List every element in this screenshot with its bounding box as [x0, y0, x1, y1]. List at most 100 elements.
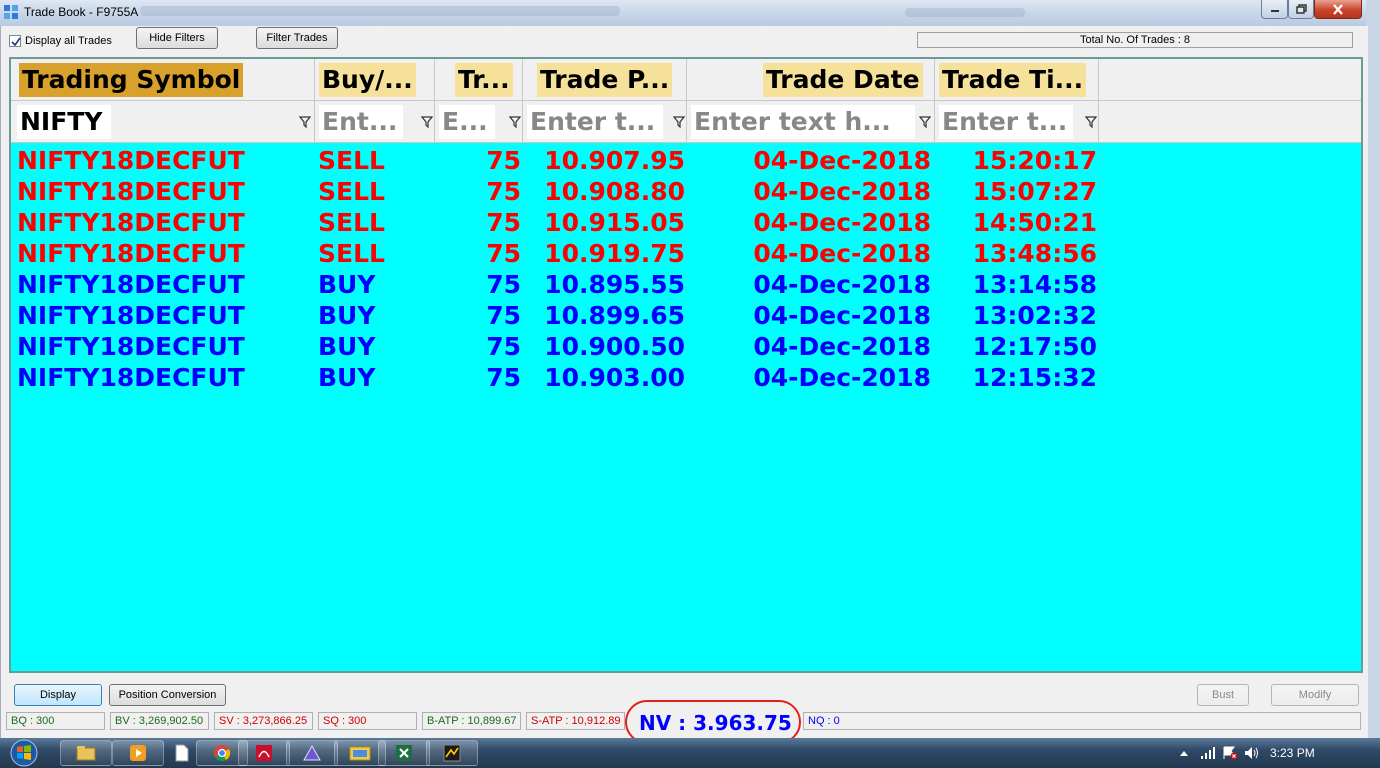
cell-time: 12:17:50: [972, 332, 1097, 361]
cell-side: BUY: [318, 301, 376, 330]
taskbar-explorer[interactable]: [60, 740, 112, 766]
app-icon: [4, 5, 18, 19]
cell-qty: 75: [486, 301, 521, 330]
time-filter-input[interactable]: Enter t...: [939, 105, 1073, 139]
trades-grid[interactable]: Trading Symbol Buy/... Tr... Trade P... …: [9, 57, 1363, 673]
taskbar-pdf-reader[interactable]: [238, 740, 290, 766]
status-buy-atp: B-ATP : 10,899.67: [422, 712, 521, 730]
start-button[interactable]: [4, 738, 44, 768]
filter-cell-qty: E...: [435, 101, 523, 143]
funnel-icon[interactable]: [299, 116, 311, 128]
table-row[interactable]: NIFTY18DECFUT SELL 75 10.908.80 04-Dec-2…: [11, 176, 1361, 207]
cell-side: SELL: [318, 239, 385, 268]
funnel-icon[interactable]: [673, 116, 685, 128]
cell-time: 15:07:27: [972, 177, 1097, 206]
cell-date: 04-Dec-2018: [753, 208, 931, 237]
column-header-trade-time[interactable]: Trade Ti...: [935, 59, 1099, 101]
media-player-icon: [130, 745, 146, 761]
cell-qty: 75: [486, 146, 521, 175]
filter-cell-price: Enter t...: [523, 101, 687, 143]
qty-filter-input[interactable]: E...: [439, 105, 495, 139]
show-hidden-icons-icon[interactable]: [1178, 748, 1190, 758]
cell-qty: 75: [486, 270, 521, 299]
bust-button[interactable]: Bust: [1197, 684, 1249, 706]
filter-trades-button[interactable]: Filter Trades: [256, 27, 338, 49]
chrome-icon: [214, 745, 231, 762]
minimize-button[interactable]: [1261, 0, 1288, 19]
folder-icon: [76, 746, 96, 761]
cell-time: 12:15:32: [972, 363, 1097, 392]
price-filter-input[interactable]: Enter t...: [527, 105, 663, 139]
network-icon[interactable]: [1200, 746, 1216, 760]
display-button[interactable]: Display: [14, 684, 102, 706]
cell-symbol: NIFTY18DECFUT: [17, 270, 245, 299]
column-title: Trade Date: [763, 63, 923, 97]
funnel-icon[interactable]: [421, 116, 433, 128]
cell-qty: 75: [486, 363, 521, 392]
column-header-trade-date[interactable]: Trade Date: [687, 59, 935, 101]
taskbar-trading-app[interactable]: [426, 740, 478, 766]
system-tray: [1178, 738, 1260, 768]
trading-app-icon: [443, 744, 461, 762]
modify-button[interactable]: Modify: [1271, 684, 1359, 706]
status-sell-atp: S-ATP : 10,912.89: [526, 712, 625, 730]
action-center-flag-icon[interactable]: [1222, 746, 1238, 760]
taskbar-app-triangle[interactable]: [286, 740, 338, 766]
cell-time: 13:02:32: [972, 301, 1097, 330]
table-row[interactable]: NIFTY18DECFUT SELL 75 10.915.05 04-Dec-2…: [11, 207, 1361, 238]
document-icon: [175, 744, 189, 762]
column-header-trade-qty[interactable]: Tr...: [435, 59, 523, 101]
position-conversion-button[interactable]: Position Conversion: [109, 684, 226, 706]
column-title: Buy/...: [319, 63, 416, 97]
cell-symbol: NIFTY18DECFUT: [17, 177, 245, 206]
filter-cell-date: Enter text h...: [687, 101, 935, 143]
cell-date: 04-Dec-2018: [753, 270, 931, 299]
table-row[interactable]: NIFTY18DECFUT BUY 75 10.900.50 04-Dec-20…: [11, 331, 1361, 362]
display-all-trades-label: Display all Trades: [25, 35, 112, 47]
background-window-title-blur: [905, 8, 1025, 17]
display-all-trades-checkbox[interactable]: [9, 35, 21, 47]
close-button[interactable]: [1314, 0, 1362, 19]
funnel-icon[interactable]: [1085, 116, 1097, 128]
column-header-trade-price[interactable]: Trade P...: [523, 59, 687, 101]
trade-book-window: Display all Trades Hide Filters Filter T…: [0, 26, 1368, 744]
filter-cell-symbol: NIFTY: [11, 101, 315, 143]
column-header-buy-sell[interactable]: Buy/...: [315, 59, 435, 101]
cell-side: SELL: [318, 146, 385, 175]
table-row[interactable]: NIFTY18DECFUT BUY 75 10.895.55 04-Dec-20…: [11, 269, 1361, 300]
background-window-title-blur: [140, 6, 620, 16]
cell-symbol: NIFTY18DECFUT: [17, 332, 245, 361]
cell-price: 10.900.50: [544, 332, 685, 361]
side-filter-input[interactable]: Ent...: [319, 105, 403, 139]
table-row[interactable]: NIFTY18DECFUT SELL 75 10.919.75 04-Dec-2…: [11, 238, 1361, 269]
symbol-filter-input[interactable]: NIFTY: [17, 105, 111, 139]
funnel-icon[interactable]: [509, 116, 521, 128]
taskbar: 3:23 PM: [0, 738, 1380, 768]
funnel-icon[interactable]: [919, 116, 931, 128]
cell-symbol: NIFTY18DECFUT: [17, 208, 245, 237]
cell-symbol: NIFTY18DECFUT: [17, 363, 245, 392]
excel-icon: [396, 745, 412, 761]
folder-app-icon: [349, 746, 371, 761]
maximize-button[interactable]: [1288, 0, 1314, 19]
desktop-edge: [1366, 0, 1380, 738]
column-header-trading-symbol[interactable]: Trading Symbol: [11, 59, 315, 101]
table-row[interactable]: NIFTY18DECFUT BUY 75 10.899.65 04-Dec-20…: [11, 300, 1361, 331]
cell-side: SELL: [318, 208, 385, 237]
table-row[interactable]: NIFTY18DECFUT BUY 75 10.903.00 04-Dec-20…: [11, 362, 1361, 393]
cell-qty: 75: [486, 177, 521, 206]
title-bar[interactable]: Trade Book - F9755A: [0, 0, 1380, 26]
volume-icon[interactable]: [1244, 746, 1260, 760]
taskbar-excel[interactable]: [378, 740, 430, 766]
cell-side: BUY: [318, 363, 376, 392]
cell-symbol: NIFTY18DECFUT: [17, 146, 245, 175]
table-row[interactable]: NIFTY18DECFUT SELL 75 10.907.95 04-Dec-2…: [11, 145, 1361, 176]
date-filter-input[interactable]: Enter text h...: [691, 105, 915, 139]
hide-filters-button[interactable]: Hide Filters: [136, 27, 218, 49]
taskbar-clock[interactable]: 3:23 PM: [1270, 746, 1315, 760]
grid-rows: NIFTY18DECFUT SELL 75 10.907.95 04-Dec-2…: [11, 145, 1361, 393]
cell-date: 04-Dec-2018: [753, 301, 931, 330]
cell-price: 10.903.00: [544, 363, 685, 392]
display-all-trades-option[interactable]: Display all Trades: [9, 35, 112, 47]
cell-time: 14:50:21: [972, 208, 1097, 237]
